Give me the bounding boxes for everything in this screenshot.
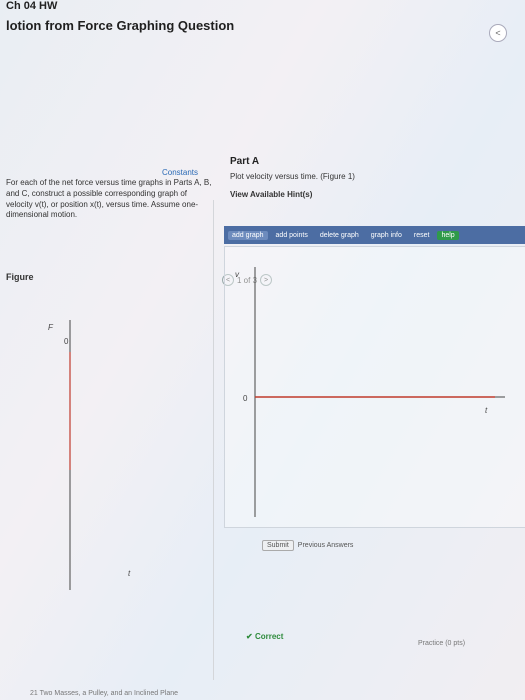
constants-link[interactable]: Constants	[162, 168, 198, 177]
add-points-button[interactable]: add points	[272, 231, 312, 240]
part-a-instruction: Plot velocity versus time. (Figure 1)	[230, 172, 355, 181]
graph-toolbar: add graph add points delete graph graph …	[224, 226, 525, 244]
correct-status: ✔ Correct	[246, 632, 283, 641]
velocity-time-graph[interactable]: v t 0	[225, 247, 525, 527]
figure-x-label: t	[128, 569, 131, 578]
course-title: Ch 04 HW	[6, 0, 58, 12]
correct-label: Correct	[254, 632, 284, 641]
graph-info-button[interactable]: graph info	[367, 231, 406, 240]
previous-item-button[interactable]: <	[489, 24, 507, 42]
delete-graph-button[interactable]: delete graph	[316, 231, 363, 240]
part-a-title[interactable]: Part A	[230, 156, 259, 167]
view-hints-link[interactable]: View Available Hint(s)	[230, 190, 312, 199]
check-icon: ✔	[246, 632, 255, 641]
graph-origin-label: 0	[243, 394, 248, 403]
page-title: lotion from Force Graphing Question	[6, 18, 235, 33]
graph-y-label: v	[235, 270, 240, 279]
chevron-left-icon: <	[495, 28, 501, 38]
graph-x-label: t	[485, 406, 488, 415]
submit-button[interactable]: Submit	[262, 540, 294, 551]
answer-controls: Submit Previous Answers	[262, 540, 353, 551]
reset-button[interactable]: reset	[410, 231, 434, 240]
practice-link[interactable]: Practice (0 pts)	[418, 640, 465, 647]
add-graph-button[interactable]: add graph	[228, 230, 268, 240]
figure-label: Figure	[6, 272, 34, 282]
figure-origin-label: 0	[64, 337, 69, 346]
velocity-graph-canvas[interactable]: v t 0	[224, 246, 525, 528]
problem-statement: For each of the net force versus time gr…	[6, 178, 212, 220]
force-time-figure: F t 0	[48, 320, 131, 590]
help-button[interactable]: help	[437, 230, 459, 240]
column-divider	[213, 200, 214, 680]
next-item-link[interactable]: 21 Two Masses, a Pulley, and an Inclined…	[30, 690, 178, 697]
figure-y-label: F	[48, 323, 54, 332]
previous-answers-link[interactable]: Previous Answers	[298, 542, 354, 549]
